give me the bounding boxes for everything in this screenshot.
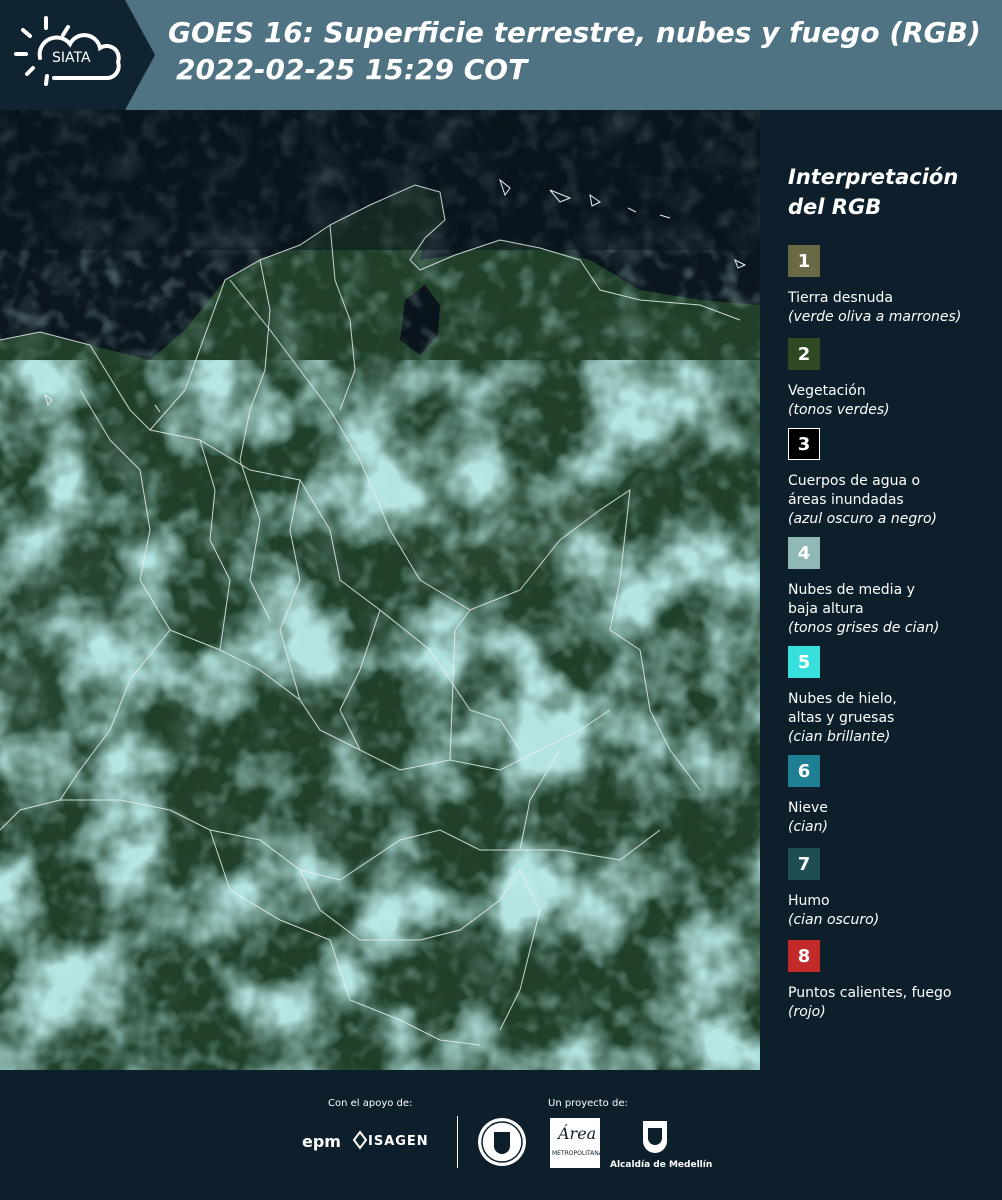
legend-swatch: 1	[788, 245, 820, 277]
legend-item: 6 Nieve (cian)	[788, 755, 1002, 837]
rgb-legend: Interpretación del RGB 1 Tierra desnuda (v…	[775, 110, 1002, 1070]
medellin-seal-icon	[478, 1118, 526, 1166]
alcaldia-logo-text: Alcaldía de Medellín	[610, 1160, 713, 1170]
legend-title: Interpretación del RGB	[788, 165, 959, 219]
legend-swatch: 8	[788, 940, 820, 972]
legend-label: Nubes de media y baja altura	[788, 582, 915, 617]
satellite-map	[0, 110, 760, 1070]
legend-swatch: 3	[788, 428, 820, 460]
support-label: Con el apoyo de:	[328, 1098, 413, 1109]
epm-logo: epm	[302, 1132, 341, 1151]
legend-label: Nubes de hielo, altas y gruesas	[788, 691, 897, 726]
legend-note: (verde oliva a marrones)	[788, 309, 962, 325]
legend-swatch: 5	[788, 646, 820, 678]
isagen-icon	[352, 1130, 368, 1150]
legend-label: Puntos calientes, fuego	[788, 985, 952, 1001]
legend-item: 3 Cuerpos de agua o áreas inundadas (azul …	[788, 428, 1002, 529]
page-title: GOES 16: Superficie terrestre, nubes y f…	[168, 14, 981, 88]
title-line-2: 2022-02-25 15:29 COT	[176, 53, 528, 86]
legend-label: Humo	[788, 893, 830, 909]
legend-label: Cuerpos de agua o áreas inundadas	[788, 473, 921, 508]
legend-swatch: 6	[788, 755, 820, 787]
legend-label: Vegetación	[788, 383, 866, 399]
legend-note: (azul oscuro a negro)	[788, 511, 937, 527]
footer-divider	[457, 1116, 458, 1168]
legend-note: (cian brillante)	[788, 729, 891, 745]
legend-label: Tierra desnuda	[788, 290, 893, 306]
legend-note: (tonos verdes)	[788, 402, 890, 418]
legend-item: 7 Humo (cian oscuro)	[788, 848, 1002, 930]
legend-note: (rojo)	[788, 1004, 826, 1020]
legend-item: 8 Puntos calientes, fuego (rojo)	[788, 940, 1002, 1022]
logo-text: SIATA	[52, 50, 91, 66]
legend-item: 4 Nubes de media y baja altura (tonos gris…	[788, 537, 1002, 638]
alcaldia-shield-icon	[643, 1121, 667, 1153]
footer: Con el apoyo de: Un proyecto de: epm ISA…	[0, 1070, 1002, 1200]
legend-swatch: 7	[788, 848, 820, 880]
legend-note: (cian)	[788, 819, 828, 835]
legend-item: 1 Tierra desnuda (verde oliva a marrones)	[788, 245, 1002, 327]
legend-note: (tonos grises de cian)	[788, 620, 940, 636]
legend-item: 5 Nubes de hielo, altas y gruesas (cian br…	[788, 646, 1002, 747]
header-bar: SIATA GOES 16: Superficie terrestre, nub…	[0, 0, 1002, 110]
area-metropolitana-logo: Área METROPOLITANA	[550, 1118, 603, 1168]
title-line-1: GOES 16: Superficie terrestre, nubes y f…	[168, 16, 981, 49]
legend-note: (cian oscuro)	[788, 912, 880, 928]
legend-label: Nieve	[788, 800, 828, 816]
legend-item: 2 Vegetación (tonos verdes)	[788, 338, 1002, 420]
isagen-logo: ISAGEN	[368, 1134, 429, 1149]
legend-swatch: 2	[788, 338, 820, 370]
legend-swatch: 4	[788, 537, 820, 569]
siata-logo: SIATA	[0, 0, 155, 110]
project-label: Un proyecto de:	[548, 1098, 628, 1109]
